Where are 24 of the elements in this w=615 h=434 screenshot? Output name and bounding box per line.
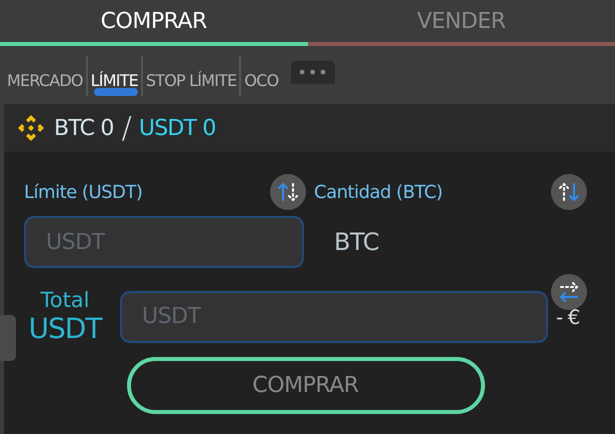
swap-icon[interactable]: [551, 274, 587, 310]
resize-handle[interactable]: [0, 315, 16, 361]
swap-icon[interactable]: [551, 174, 587, 210]
limit-label: Límite (USDT): [24, 182, 144, 202]
order-type-tab[interactable]: STOP LÍMITE: [142, 56, 242, 96]
more-button[interactable]: •••: [291, 60, 335, 84]
limit-input[interactable]: USDT: [24, 216, 304, 268]
separator: /: [122, 110, 131, 146]
base-balance: BTC 0: [54, 116, 114, 140]
total-label: Total: [40, 288, 90, 312]
order-type-tab[interactable]: MERCADO: [4, 56, 88, 96]
total-input[interactable]: USDT: [120, 290, 548, 342]
coin-logo-icon: [16, 113, 46, 143]
order-type-tab[interactable]: LÍMITE: [88, 56, 143, 96]
swap-icon[interactable]: [270, 174, 306, 210]
amount-label: Cantidad (BTC): [314, 182, 444, 202]
amount-unit: BTC: [334, 228, 379, 256]
side-tab[interactable]: COMPRAR: [0, 0, 308, 46]
buy-button[interactable]: COMPRAR: [126, 357, 484, 414]
side-tab[interactable]: VENDER: [308, 0, 615, 46]
order-type-tab[interactable]: OCO: [241, 56, 282, 96]
fiat-value: - €: [556, 304, 580, 328]
total-unit: USDT: [28, 312, 102, 345]
quote-balance: USDT 0: [138, 116, 216, 140]
